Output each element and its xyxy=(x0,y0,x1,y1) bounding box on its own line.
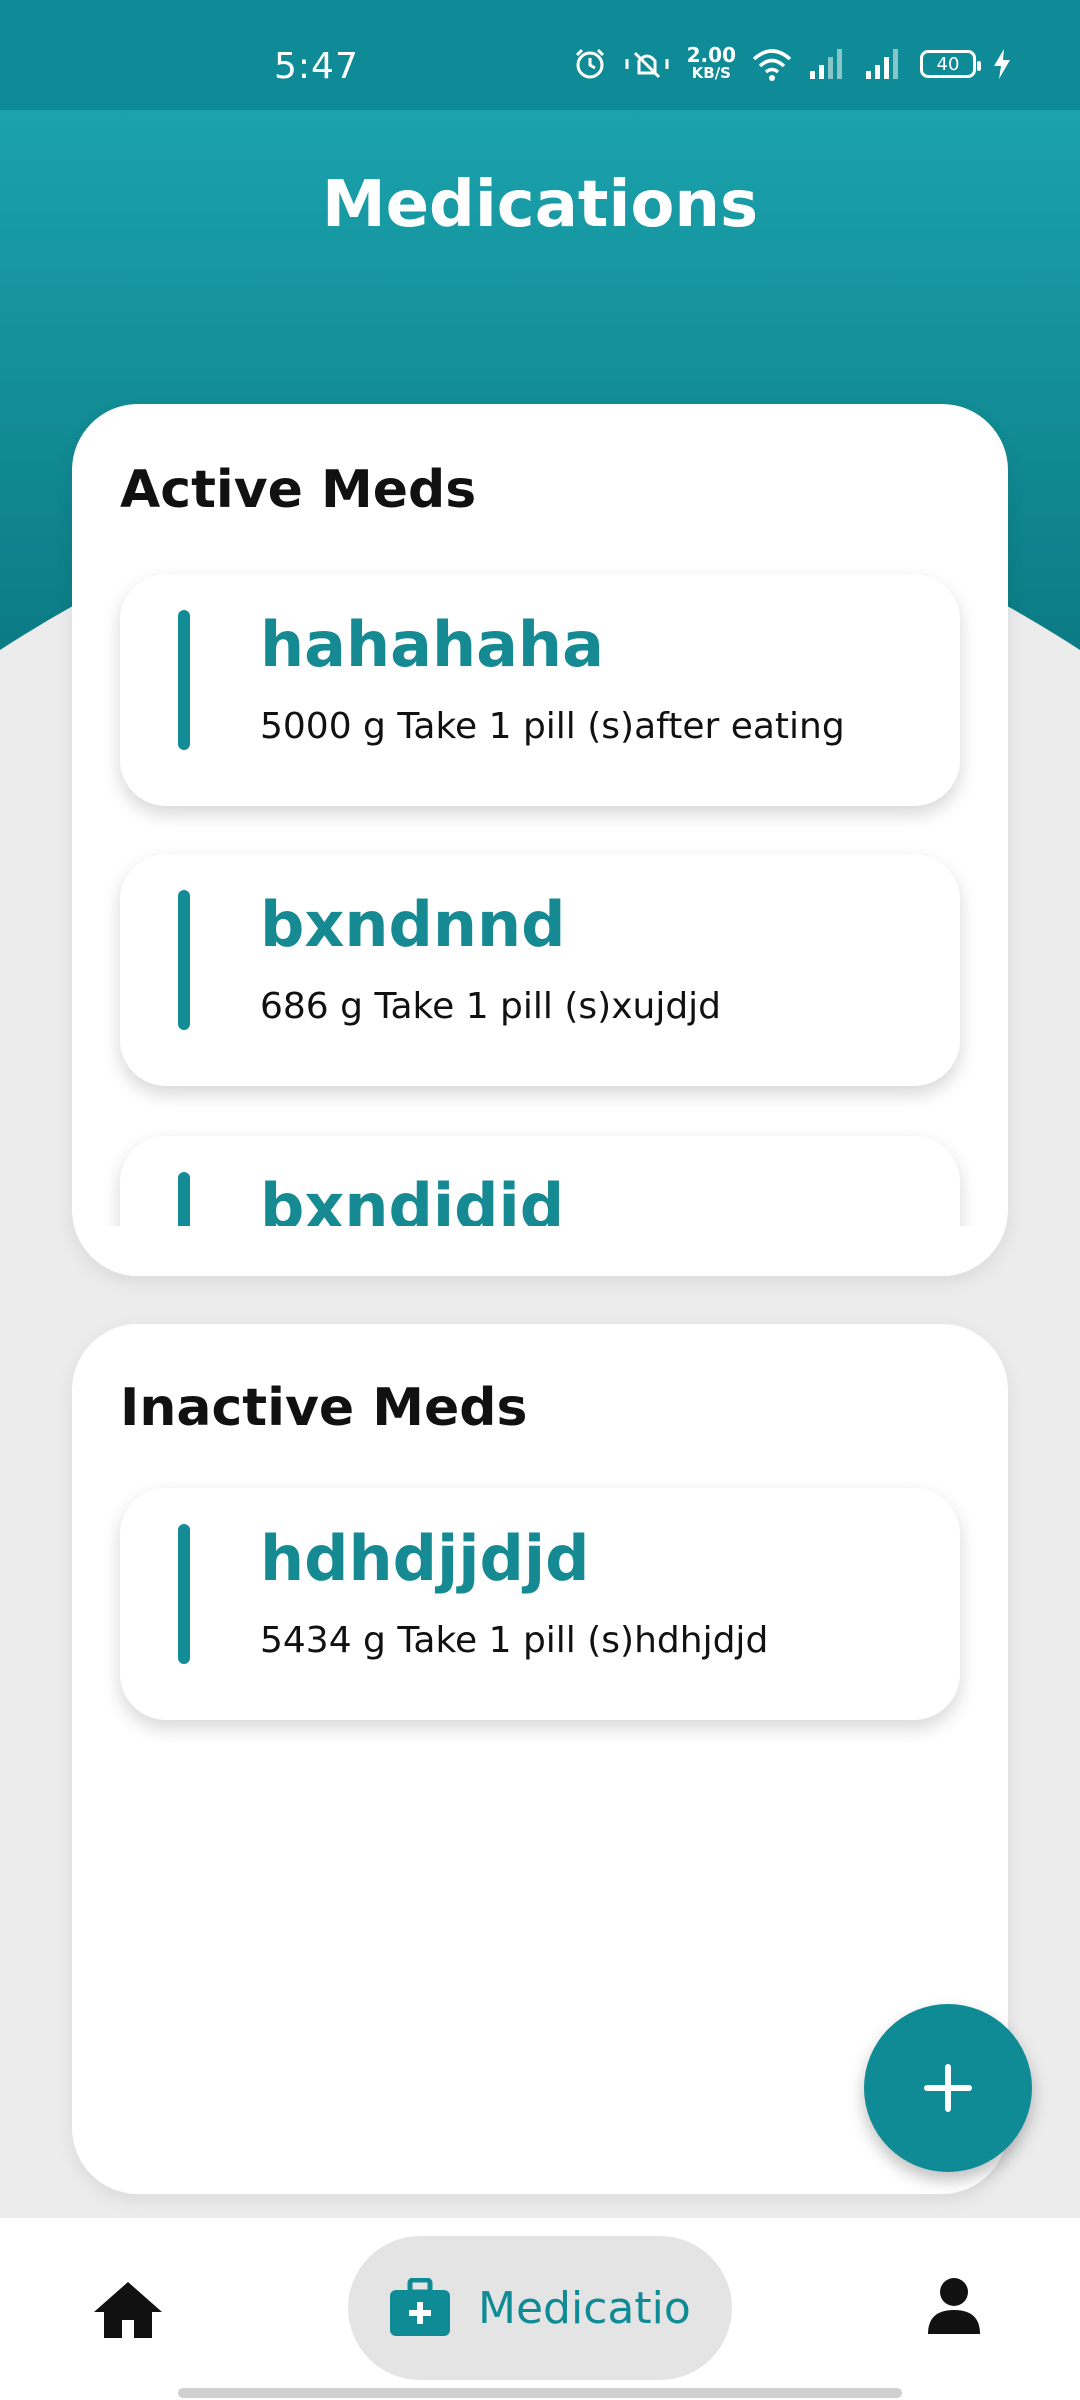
active-meds-list[interactable]: hahahaha 5000 g Take 1 pill (s)after eat… xyxy=(72,554,1008,1226)
plus-icon xyxy=(924,2064,972,2112)
medical-bag-icon xyxy=(390,2278,450,2336)
med-accent-bar xyxy=(178,890,190,1030)
bottom-nav: Medicatio xyxy=(0,2218,1080,2400)
signal-icon-2 xyxy=(864,47,904,81)
nav-home[interactable] xyxy=(92,2280,164,2340)
med-card[interactable]: hahahaha 5000 g Take 1 pill (s)after eat… xyxy=(120,574,960,806)
alarm-icon xyxy=(573,47,607,81)
med-card[interactable]: bxndnnd 686 g Take 1 pill (s)xujdjd xyxy=(120,854,960,1086)
status-bar: 5:47 2.00 KB/S 40 xyxy=(0,0,1080,110)
nav-profile[interactable] xyxy=(926,2276,982,2336)
gesture-bar xyxy=(178,2388,902,2398)
nav-medications-label: Medicatio xyxy=(478,2282,691,2334)
med-card[interactable]: bxndjdjd xyxy=(120,1136,960,1226)
med-accent-bar xyxy=(178,1524,190,1664)
active-meds-title: Active Meds xyxy=(120,460,477,520)
signal-icon xyxy=(808,47,848,81)
active-meds-panel: Active Meds hahahaha 5000 g Take 1 pill … xyxy=(72,404,1008,1276)
med-card[interactable]: hdhdjjdjd 5434 g Take 1 pill (s)hdhjdjd xyxy=(120,1488,960,1720)
med-detail: 5000 g Take 1 pill (s)after eating xyxy=(260,706,845,747)
med-name: bxndnnd xyxy=(260,888,566,961)
charging-icon xyxy=(992,47,1012,81)
profile-icon xyxy=(928,2278,980,2334)
network-speed: 2.00 KB/S xyxy=(687,45,736,82)
med-name: hdhdjjdjd xyxy=(260,1522,590,1595)
wifi-icon xyxy=(752,47,792,81)
status-icons: 2.00 KB/S 40 xyxy=(573,45,1012,82)
network-speed-unit: KB/S xyxy=(691,64,731,82)
inactive-meds-title: Inactive Meds xyxy=(120,1378,528,1438)
med-name: bxndjdjd xyxy=(260,1170,565,1226)
nav-medications[interactable]: Medicatio xyxy=(348,2236,732,2380)
med-detail: 5434 g Take 1 pill (s)hdhjdjd xyxy=(260,1620,769,1661)
home-icon xyxy=(94,2282,162,2338)
battery-level: 40 xyxy=(936,53,960,75)
med-detail: 686 g Take 1 pill (s)xujdjd xyxy=(260,986,722,1027)
battery-icon: 40 xyxy=(920,50,981,78)
page-title: Medications xyxy=(321,168,759,242)
mute-icon xyxy=(623,47,671,81)
med-accent-bar xyxy=(178,1172,190,1226)
med-name: hahahaha xyxy=(260,608,604,681)
add-medication-button[interactable] xyxy=(864,2004,1032,2172)
inactive-meds-list[interactable]: hdhdjjdjd 5434 g Take 1 pill (s)hdhjdjd xyxy=(72,1474,1008,1874)
med-accent-bar xyxy=(178,610,190,750)
status-time: 5:47 xyxy=(274,46,359,87)
